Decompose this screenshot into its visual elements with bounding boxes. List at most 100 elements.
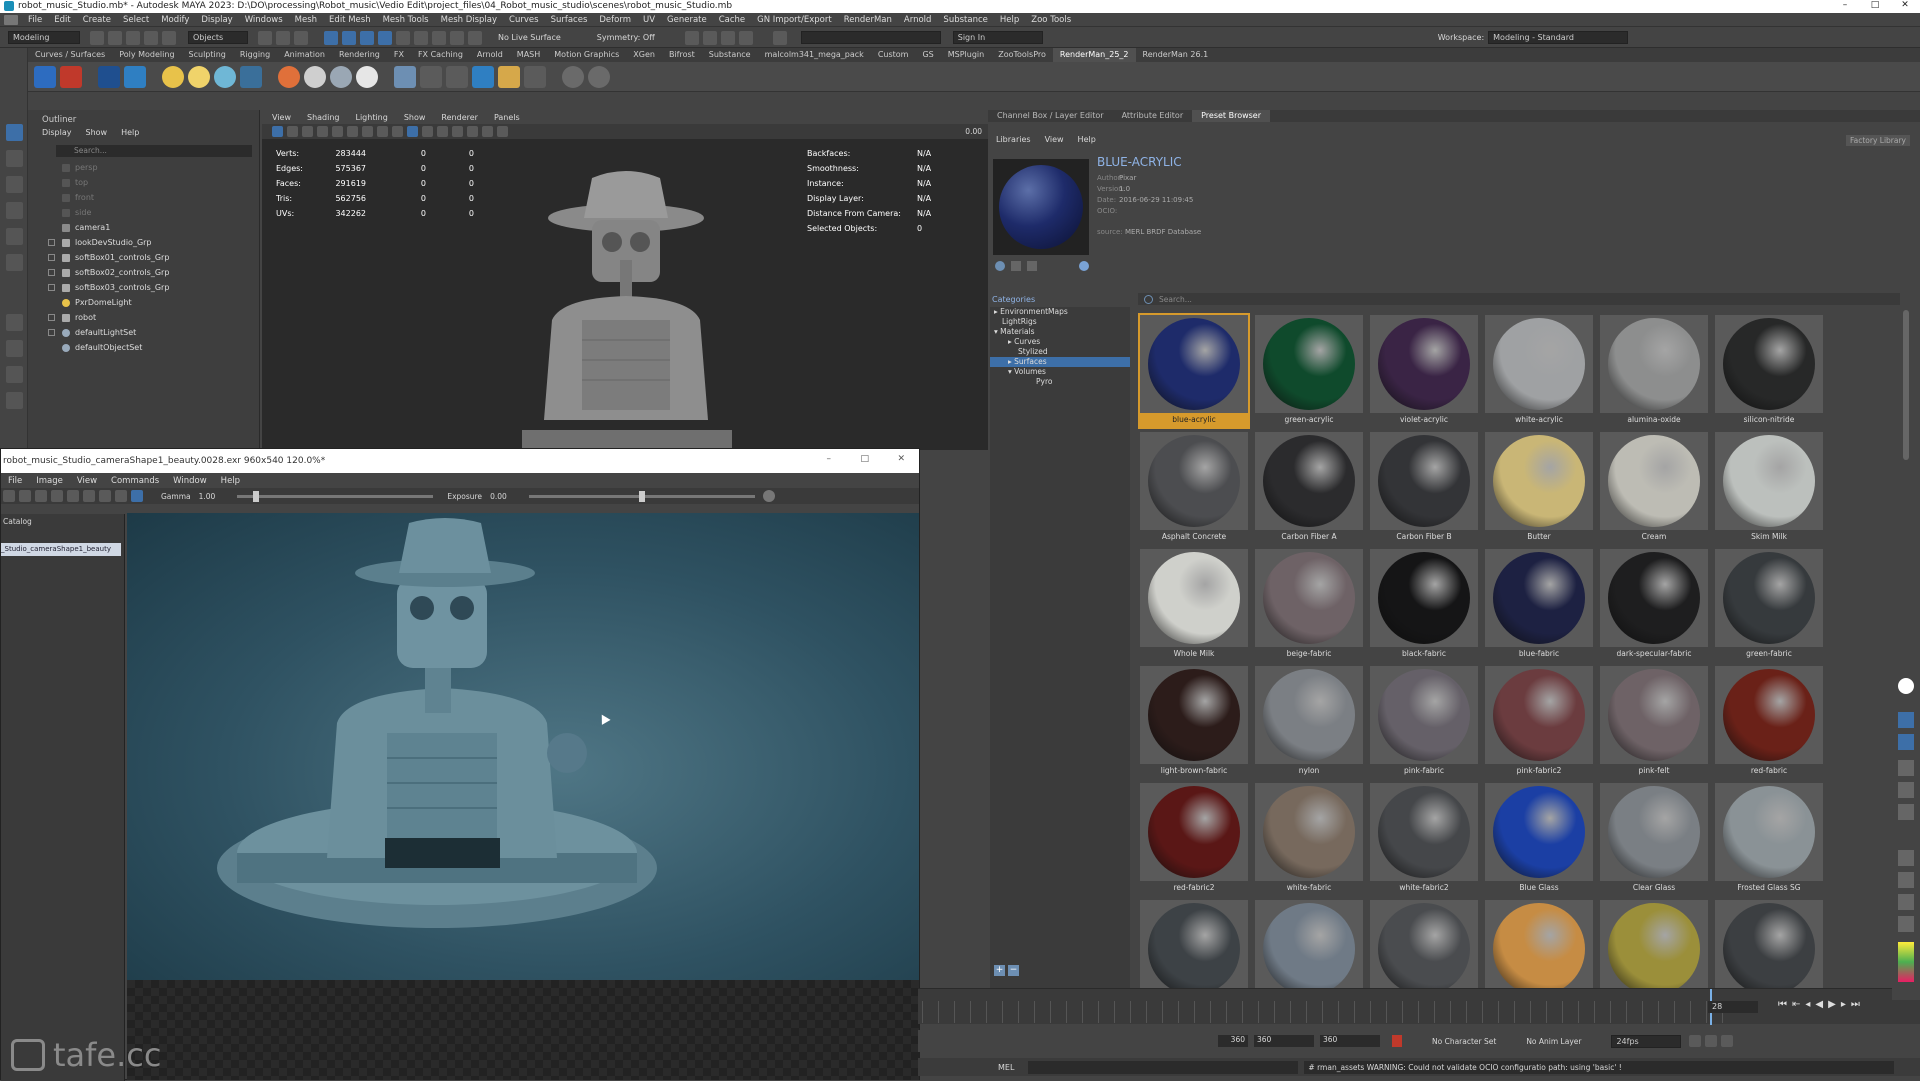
- menu-mesh[interactable]: Mesh: [289, 13, 323, 27]
- anim-prefs-icon[interactable]: [1721, 1035, 1734, 1047]
- shelf-tab-xgen[interactable]: XGen: [626, 48, 662, 62]
- menu-curves[interactable]: Curves: [503, 13, 545, 27]
- pointer-icon[interactable]: [1898, 734, 1914, 750]
- material-cell[interactable]: red-fabric: [1713, 664, 1825, 780]
- construction-history-icon[interactable]: [450, 30, 464, 45]
- bookmarks-icon[interactable]: [302, 126, 313, 137]
- menu-mesh-tools[interactable]: Mesh Tools: [377, 13, 435, 27]
- material-cell[interactable]: dark-specular-fabric: [1598, 547, 1710, 663]
- scale-tool-icon[interactable]: [6, 254, 23, 271]
- render-view-close-button[interactable]: ✕: [897, 454, 905, 464]
- material-cell[interactable]: Butter: [1483, 430, 1595, 546]
- preview-cloth-icon[interactable]: [1011, 261, 1021, 271]
- denoise-icon[interactable]: [472, 65, 494, 88]
- light-filter-icon[interactable]: [240, 65, 262, 88]
- outliner-item[interactable]: camera1: [42, 220, 252, 235]
- expand-icon[interactable]: [48, 239, 55, 246]
- add-category-button[interactable]: +: [994, 965, 1005, 976]
- select-by-component-icon[interactable]: [294, 30, 308, 45]
- select-by-object-icon[interactable]: [276, 30, 290, 45]
- playblast-icon[interactable]: [772, 30, 787, 45]
- anim-layer-dropdown[interactable]: No Anim Layer: [1526, 1037, 1581, 1046]
- shelf-tab-gs[interactable]: GS: [915, 48, 940, 62]
- fps-dropdown[interactable]: 24fps: [1611, 1034, 1682, 1048]
- viewport-menu-lighting[interactable]: Lighting: [355, 113, 387, 122]
- menu-view[interactable]: View: [1045, 135, 1064, 144]
- menu-edit[interactable]: Edit: [48, 13, 76, 27]
- tab-channel-box[interactable]: Channel Box / Layer Editor: [988, 110, 1113, 122]
- outliner-item[interactable]: top: [42, 175, 252, 190]
- material-cell[interactable]: green-fabric: [1713, 547, 1825, 663]
- menu-help[interactable]: Help: [994, 13, 1025, 27]
- preview-light-icon[interactable]: [1079, 261, 1089, 271]
- material-cell[interactable]: Carbon Fiber A: [1253, 430, 1365, 546]
- render-view-menu-commands[interactable]: Commands: [104, 476, 166, 486]
- save-scene-icon[interactable]: [126, 30, 140, 45]
- material-cell[interactable]: Whole Milk: [1138, 547, 1250, 663]
- outliner-item[interactable]: side: [42, 205, 252, 220]
- material-cell[interactable]: [1483, 898, 1595, 993]
- expand-icon[interactable]: [48, 329, 55, 336]
- render-view-menu-help[interactable]: Help: [214, 476, 247, 486]
- menu-help[interactable]: Help: [1078, 135, 1096, 144]
- play-forward-icon[interactable]: ▶: [1828, 999, 1836, 1010]
- outliner-item[interactable]: softBox02_controls_Grp: [42, 265, 252, 280]
- pxr-portal-light-icon[interactable]: [214, 65, 236, 88]
- render-settings-icon[interactable]: [98, 65, 120, 88]
- category-materials[interactable]: ▾ Materials: [990, 327, 1130, 337]
- tab-attribute-editor[interactable]: Attribute Editor: [1113, 110, 1193, 122]
- shelf-tab-bifrost[interactable]: Bifrost: [662, 48, 702, 62]
- shelf-tab-fx-caching[interactable]: FX Caching: [411, 48, 470, 62]
- shelf-tab-msplugin[interactable]: MSPlugin: [941, 48, 991, 62]
- quick-search-field[interactable]: [800, 31, 941, 44]
- loop-icon[interactable]: [1689, 1035, 1702, 1047]
- expand-icon[interactable]: [48, 284, 55, 291]
- move-tool-icon[interactable]: [6, 202, 23, 219]
- undo-icon[interactable]: [144, 30, 158, 45]
- snap-curve-icon[interactable]: [342, 30, 356, 45]
- ruler-icon[interactable]: [1898, 804, 1914, 820]
- menu-display[interactable]: Display: [195, 13, 238, 27]
- rendered-image[interactable]: [127, 513, 919, 980]
- menu-arnold[interactable]: Arnold: [898, 13, 938, 27]
- history-icon[interactable]: [432, 30, 446, 45]
- material-cell[interactable]: pink-fabric2: [1483, 664, 1595, 780]
- range-start-field-a[interactable]: 360: [1218, 1035, 1248, 1047]
- menu-file[interactable]: File: [22, 13, 48, 27]
- exposure-slider-handle[interactable]: [638, 490, 645, 502]
- shelf-tab-rigging[interactable]: Rigging: [233, 48, 277, 62]
- time-slider[interactable]: 28 ⏮ ⇤ ◂ ◀ ▶ ▸ ⏭: [918, 988, 1920, 1025]
- shelf-tab-curves-surfaces[interactable]: Curves / Surfaces: [28, 48, 112, 62]
- maximize-button[interactable]: □: [1860, 0, 1890, 10]
- material-cell[interactable]: white-fabric: [1253, 781, 1365, 897]
- menu-mesh-display[interactable]: Mesh Display: [435, 13, 503, 27]
- render-view-menu-window[interactable]: Window: [166, 476, 214, 486]
- shadows-icon[interactable]: [452, 126, 463, 137]
- material-cell[interactable]: black-fabric: [1368, 547, 1480, 663]
- undo-icon[interactable]: [1898, 850, 1914, 866]
- shelf-tab-malcolm341[interactable]: malcolm341_mega_pack: [758, 48, 871, 62]
- material-cell[interactable]: light-brown-fabric: [1138, 664, 1250, 780]
- remove-image-icon[interactable]: [99, 490, 111, 502]
- material-cell[interactable]: Skim Milk: [1713, 430, 1825, 546]
- material-cell[interactable]: pink-fabric: [1368, 664, 1480, 780]
- open-scene-icon[interactable]: [108, 30, 122, 45]
- display-channels-icon[interactable]: [115, 490, 127, 502]
- outliner-item[interactable]: PxrDomeLight: [42, 295, 252, 310]
- play-back-icon[interactable]: ◀: [1815, 999, 1823, 1010]
- go-to-end-icon[interactable]: ⏭: [1851, 999, 1860, 1010]
- range-end-field[interactable]: 360: [1320, 1035, 1380, 1047]
- render-current-icon[interactable]: [468, 30, 482, 45]
- menu-modify[interactable]: Modify: [155, 13, 195, 27]
- shelf-tab-sculpting[interactable]: Sculpting: [182, 48, 233, 62]
- material-cell[interactable]: pink-felt: [1598, 664, 1710, 780]
- diagnostics-icon[interactable]: [524, 65, 546, 88]
- keep-image-icon[interactable]: [83, 490, 95, 502]
- material-cell[interactable]: Asphalt Concrete: [1138, 430, 1250, 546]
- character-set-dropdown[interactable]: No Character Set: [1432, 1037, 1496, 1046]
- render-view-menu-view[interactable]: View: [70, 476, 104, 486]
- select-camera-icon[interactable]: [272, 126, 283, 137]
- category-curves[interactable]: ▸ Curves: [990, 337, 1130, 347]
- menu-surfaces[interactable]: Surfaces: [545, 13, 594, 27]
- shelf-tab-animation[interactable]: Animation: [277, 48, 332, 62]
